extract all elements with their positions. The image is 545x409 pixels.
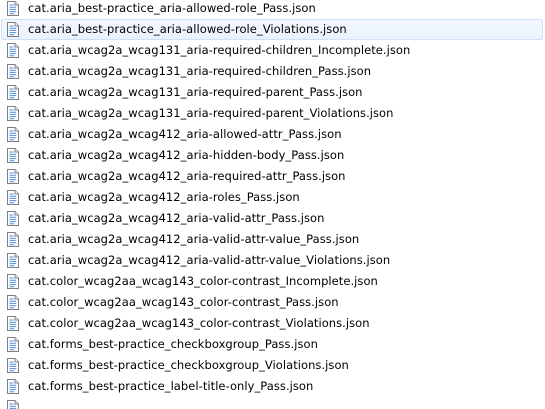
file-row[interactable]: cat.color_wcag2aa_wcag143_color-contrast… (1, 271, 543, 292)
file-row[interactable]: cat.aria_wcag2a_wcag412_aria-hidden-body… (1, 145, 543, 166)
file-row[interactable]: cat.aria_wcag2a_wcag412_aria-valid-attr-… (1, 229, 543, 250)
json-file-icon (7, 316, 19, 331)
file-name: cat.aria_wcag2a_wcag412_aria-required-at… (28, 169, 346, 183)
json-file-icon (7, 400, 19, 409)
json-file-icon (7, 190, 19, 205)
file-name: cat.aria_wcag2a_wcag412_aria-roles_Pass.… (28, 190, 300, 204)
file-list[interactable]: cat.aria_best-practice_aria-allowed-role… (0, 0, 545, 409)
file-row[interactable]: cat.color_wcag2aa_wcag143_color-contrast… (1, 313, 543, 334)
file-row[interactable]: cat.aria_wcag2a_wcag131_aria-required-ch… (1, 40, 543, 61)
json-file-icon (7, 22, 19, 37)
file-name: cat.aria_wcag2a_wcag131_aria-required-pa… (28, 85, 363, 99)
file-name: cat.forms_best-practice_label-title-only… (28, 379, 314, 393)
json-file-icon (7, 358, 19, 373)
json-file-icon (7, 1, 19, 16)
json-file-icon (7, 274, 19, 289)
json-file-icon (7, 43, 19, 58)
file-row[interactable]: cat.aria_wcag2a_wcag131_aria-required-pa… (1, 82, 543, 103)
json-file-icon (7, 232, 19, 247)
file-name: cat.color_wcag2aa_wcag143_color-contrast… (28, 316, 370, 330)
file-row[interactable]: cat.forms_best-practice_checkboxgroup_Pa… (1, 334, 543, 355)
file-name: cat.aria_wcag2a_wcag131_aria-required-pa… (28, 106, 394, 120)
json-file-icon (7, 106, 19, 121)
file-name: cat.aria_best-practice_aria-allowed-role… (28, 1, 316, 15)
file-name: cat.forms_best-practice_checkboxgroup_Pa… (28, 337, 318, 351)
file-row[interactable]: cat.aria_best-practice_aria-allowed-role… (1, 0, 543, 19)
json-file-icon (7, 295, 19, 310)
json-file-icon (7, 64, 19, 79)
file-row[interactable]: cat.forms_best-practice_label-title-only… (1, 376, 543, 397)
file-name: cat.color_wcag2aa_wcag143_color-contrast… (28, 295, 339, 309)
file-row[interactable] (1, 397, 543, 409)
json-file-icon (7, 169, 19, 184)
file-name: cat.aria_wcag2a_wcag412_aria-allowed-att… (28, 127, 342, 141)
file-name: cat.aria_wcag2a_wcag131_aria-required-ch… (28, 43, 411, 57)
json-file-icon (7, 379, 19, 394)
json-file-icon (7, 127, 19, 142)
file-name: cat.aria_wcag2a_wcag412_aria-valid-attr-… (28, 232, 360, 246)
file-row[interactable]: cat.aria_wcag2a_wcag412_aria-roles_Pass.… (1, 187, 543, 208)
file-row-selected[interactable]: cat.aria_best-practice_aria-allowed-role… (1, 19, 543, 40)
file-row[interactable]: cat.aria_wcag2a_wcag412_aria-required-at… (1, 166, 543, 187)
json-file-icon (7, 148, 19, 163)
file-row[interactable]: cat.aria_wcag2a_wcag412_aria-allowed-att… (1, 124, 543, 145)
file-row[interactable]: cat.forms_best-practice_checkboxgroup_Vi… (1, 355, 543, 376)
file-name: cat.aria_wcag2a_wcag412_aria-valid-attr-… (28, 253, 391, 267)
file-name: cat.aria_best-practice_aria-allowed-role… (28, 22, 347, 36)
file-name: cat.aria_wcag2a_wcag131_aria-required-ch… (28, 64, 372, 78)
file-name: cat.aria_wcag2a_wcag412_aria-hidden-body… (28, 148, 345, 162)
file-row[interactable]: cat.aria_wcag2a_wcag412_aria-valid-attr_… (1, 208, 543, 229)
file-name: cat.forms_best-practice_checkboxgroup_Vi… (28, 358, 349, 372)
json-file-icon (7, 337, 19, 352)
file-row[interactable]: cat.color_wcag2aa_wcag143_color-contrast… (1, 292, 543, 313)
json-file-icon (7, 85, 19, 100)
file-name: cat.aria_wcag2a_wcag412_aria-valid-attr_… (28, 211, 325, 225)
file-row[interactable]: cat.aria_wcag2a_wcag131_aria-required-pa… (1, 103, 543, 124)
file-name: cat.color_wcag2aa_wcag143_color-contrast… (28, 274, 378, 288)
json-file-icon (7, 211, 19, 226)
file-row[interactable]: cat.aria_wcag2a_wcag412_aria-valid-attr-… (1, 250, 543, 271)
json-file-icon (7, 253, 19, 268)
file-row[interactable]: cat.aria_wcag2a_wcag131_aria-required-ch… (1, 61, 543, 82)
